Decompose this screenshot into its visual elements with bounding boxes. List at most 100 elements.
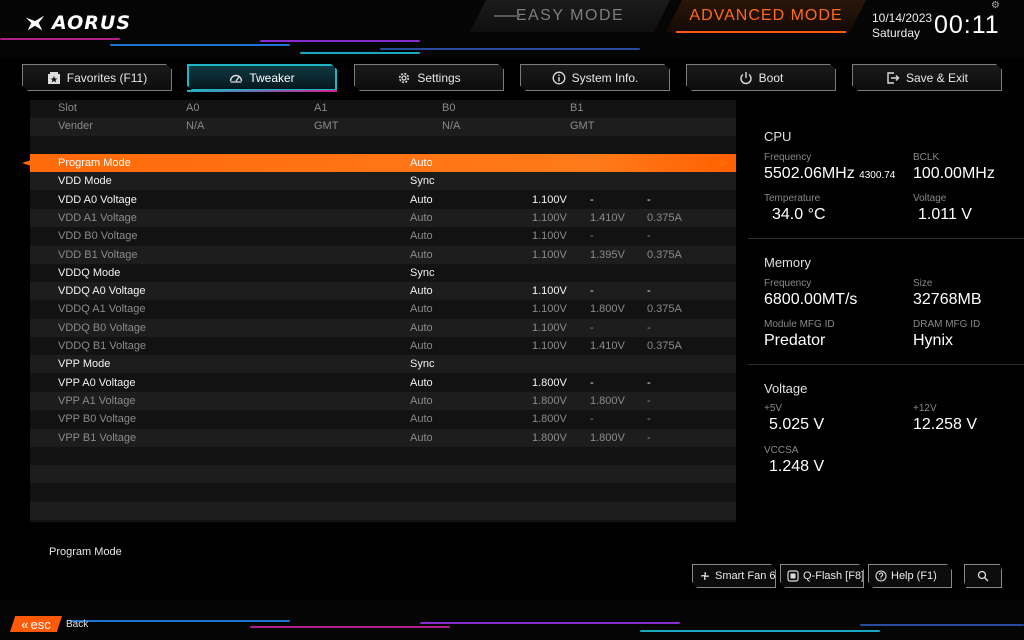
- cpu-voltage-value: 1.011 V: [918, 206, 972, 223]
- vccsa-label: VCCSA: [764, 445, 799, 456]
- setting-value: Sync: [410, 175, 435, 188]
- gear-icon[interactable]: ⚙: [991, 1, 1001, 11]
- clock: 00:11: [934, 11, 1000, 39]
- setting-value: Auto: [410, 285, 433, 298]
- chevrons-left-icon: «: [21, 616, 29, 632]
- decor-streak: [250, 626, 450, 628]
- setting-reading: 1.395V: [590, 248, 625, 261]
- tab-tweaker[interactable]: Tweaker: [187, 64, 337, 91]
- tab-settings[interactable]: Settings: [354, 64, 504, 91]
- bclk-label: BCLK: [913, 152, 940, 163]
- back-label: Back: [66, 619, 89, 630]
- setting-reading: 1.100V: [532, 248, 567, 261]
- slot-label: Slot: [58, 102, 77, 114]
- setting-row: VDDQ B1 Voltage Auto 1.100V 1.410V 0.375A: [30, 337, 736, 355]
- setting-reading: -: [590, 193, 594, 206]
- setting-reading: 1.100V: [532, 285, 567, 298]
- search-button[interactable]: [964, 564, 1002, 588]
- cpu-voltage-label: Voltage: [913, 193, 947, 204]
- esc-button[interactable]: « esc: [10, 616, 62, 632]
- setting-row[interactable]: VPP Mode Sync: [30, 355, 736, 374]
- tab-boot[interactable]: Boot: [686, 64, 836, 91]
- v5-label: +5V: [764, 403, 783, 414]
- setting-name: VDD A0 Voltage: [58, 193, 137, 206]
- setting-row: VPP B1 Voltage Auto 1.800V 1.800V -: [30, 428, 736, 447]
- tab-label: Settings: [417, 70, 461, 85]
- mem-frequency-value: 6800.00MT/s: [764, 291, 858, 308]
- setting-row[interactable]: VDD Mode Sync: [30, 172, 736, 191]
- setting-reading: -: [590, 285, 594, 298]
- setting-name: VPP Mode: [58, 358, 111, 371]
- setting-row[interactable]: VDDQ A0 Voltage Auto 1.100V - -: [30, 282, 736, 301]
- module-mfg-value: Predator: [764, 332, 826, 349]
- date-text: 10/14/2023: [872, 11, 933, 25]
- setting-reading: 1.100V: [532, 230, 567, 243]
- smart-fan-label: Smart Fan 6 [F: [715, 570, 776, 582]
- eagle-icon: [25, 15, 45, 31]
- setting-row[interactable]: VPP A0 Voltage Auto 1.800V - -: [30, 374, 736, 392]
- decor-streak: [260, 40, 420, 42]
- slot-value: A1: [314, 102, 328, 114]
- aorus-logo: AORUS: [24, 12, 131, 34]
- vccsa-value: 1.248 V: [769, 458, 825, 475]
- tab-active-indicator: [187, 90, 337, 92]
- module-mfg-label: Module MFG ID: [764, 319, 835, 330]
- power-icon: [739, 71, 753, 85]
- tab-label: System Info.: [571, 70, 639, 85]
- voltage-section-title: Voltage: [764, 381, 808, 396]
- setting-reading: -: [590, 230, 594, 243]
- setting-value: Auto: [410, 340, 433, 352]
- empty-row: [30, 465, 736, 484]
- setting-row: VPP A1 Voltage Auto 1.800V 1.800V -: [30, 391, 736, 410]
- setting-name: VPP A0 Voltage: [58, 376, 136, 389]
- tab-label: Favorites (F11): [66, 70, 148, 85]
- cpu-frequency-sub: 4300.74: [859, 170, 896, 181]
- setting-name: VPP A1 Voltage: [58, 394, 136, 407]
- setting-name: VDDQ A1 Voltage: [58, 303, 146, 316]
- tab-save-exit[interactable]: Save & Exit: [852, 64, 1002, 91]
- help-icon: [875, 570, 887, 582]
- setting-reading: 1.100V: [532, 193, 567, 206]
- setting-name: Program Mode: [58, 157, 131, 169]
- decor-streak: [860, 624, 1024, 626]
- setting-name: VDD A1 Voltage: [58, 211, 137, 224]
- easy-mode-label: EASY MODE: [515, 7, 625, 24]
- setting-row[interactable]: VDD A0 Voltage Auto 1.100V - -: [30, 191, 736, 209]
- setting-reading: 0.375A: [647, 303, 682, 316]
- setting-reading: 1.100V: [532, 303, 567, 316]
- slot-value: B0: [442, 102, 456, 114]
- smart-fan-button[interactable]: Smart Fan 6 [F: [692, 564, 776, 588]
- footer-bar: [0, 600, 1024, 640]
- slot-header-row: Slot A0 A1 B0 B1: [30, 100, 736, 118]
- dram-mfg-label: DRAM MFG ID: [913, 319, 981, 330]
- setting-row: VDD B0 Voltage Auto 1.100V - -: [30, 227, 736, 245]
- slot-value: A0: [186, 102, 200, 114]
- setting-reading: 0.375A: [647, 340, 682, 352]
- setting-row[interactable]: Program Mode Auto: [30, 154, 736, 172]
- setting-value: Auto: [410, 303, 433, 316]
- easy-mode-button[interactable]: EASY MODE: [470, 0, 670, 32]
- setting-name: VDDQ B0 Voltage: [58, 321, 147, 334]
- tab-label: Boot: [758, 70, 784, 85]
- setting-value: Sync: [410, 358, 435, 371]
- mem-size-value: 32768MB: [913, 291, 982, 308]
- qflash-label: Q-Flash [F8]: [803, 570, 864, 582]
- setting-row[interactable]: VDDQ Mode Sync: [30, 264, 736, 282]
- setting-value: Auto: [410, 431, 433, 444]
- advanced-mode-underline: [676, 31, 846, 33]
- cpu-frequency-label: Frequency: [764, 152, 812, 163]
- info-icon: [552, 71, 566, 85]
- cpu-section-title: CPU: [764, 129, 792, 144]
- setting-reading: 1.100V: [532, 321, 567, 334]
- vender-value: GMT: [314, 120, 339, 132]
- help-button[interactable]: Help (F1): [868, 564, 952, 588]
- tab-favorites[interactable]: Favorites (F11): [22, 64, 172, 91]
- tab-system-info[interactable]: System Info.: [520, 64, 670, 91]
- setting-reading: 1.800V: [532, 394, 567, 407]
- dram-mfg-value: Hynix: [913, 332, 954, 349]
- tab-label: Tweaker: [249, 70, 295, 85]
- qflash-button[interactable]: Q-Flash [F8]: [780, 564, 864, 588]
- v12-value: 12.258 V: [913, 416, 978, 433]
- advanced-mode-button[interactable]: ADVANCED MODE: [666, 0, 866, 32]
- setting-row: VPP B0 Voltage Auto 1.800V - -: [30, 410, 736, 428]
